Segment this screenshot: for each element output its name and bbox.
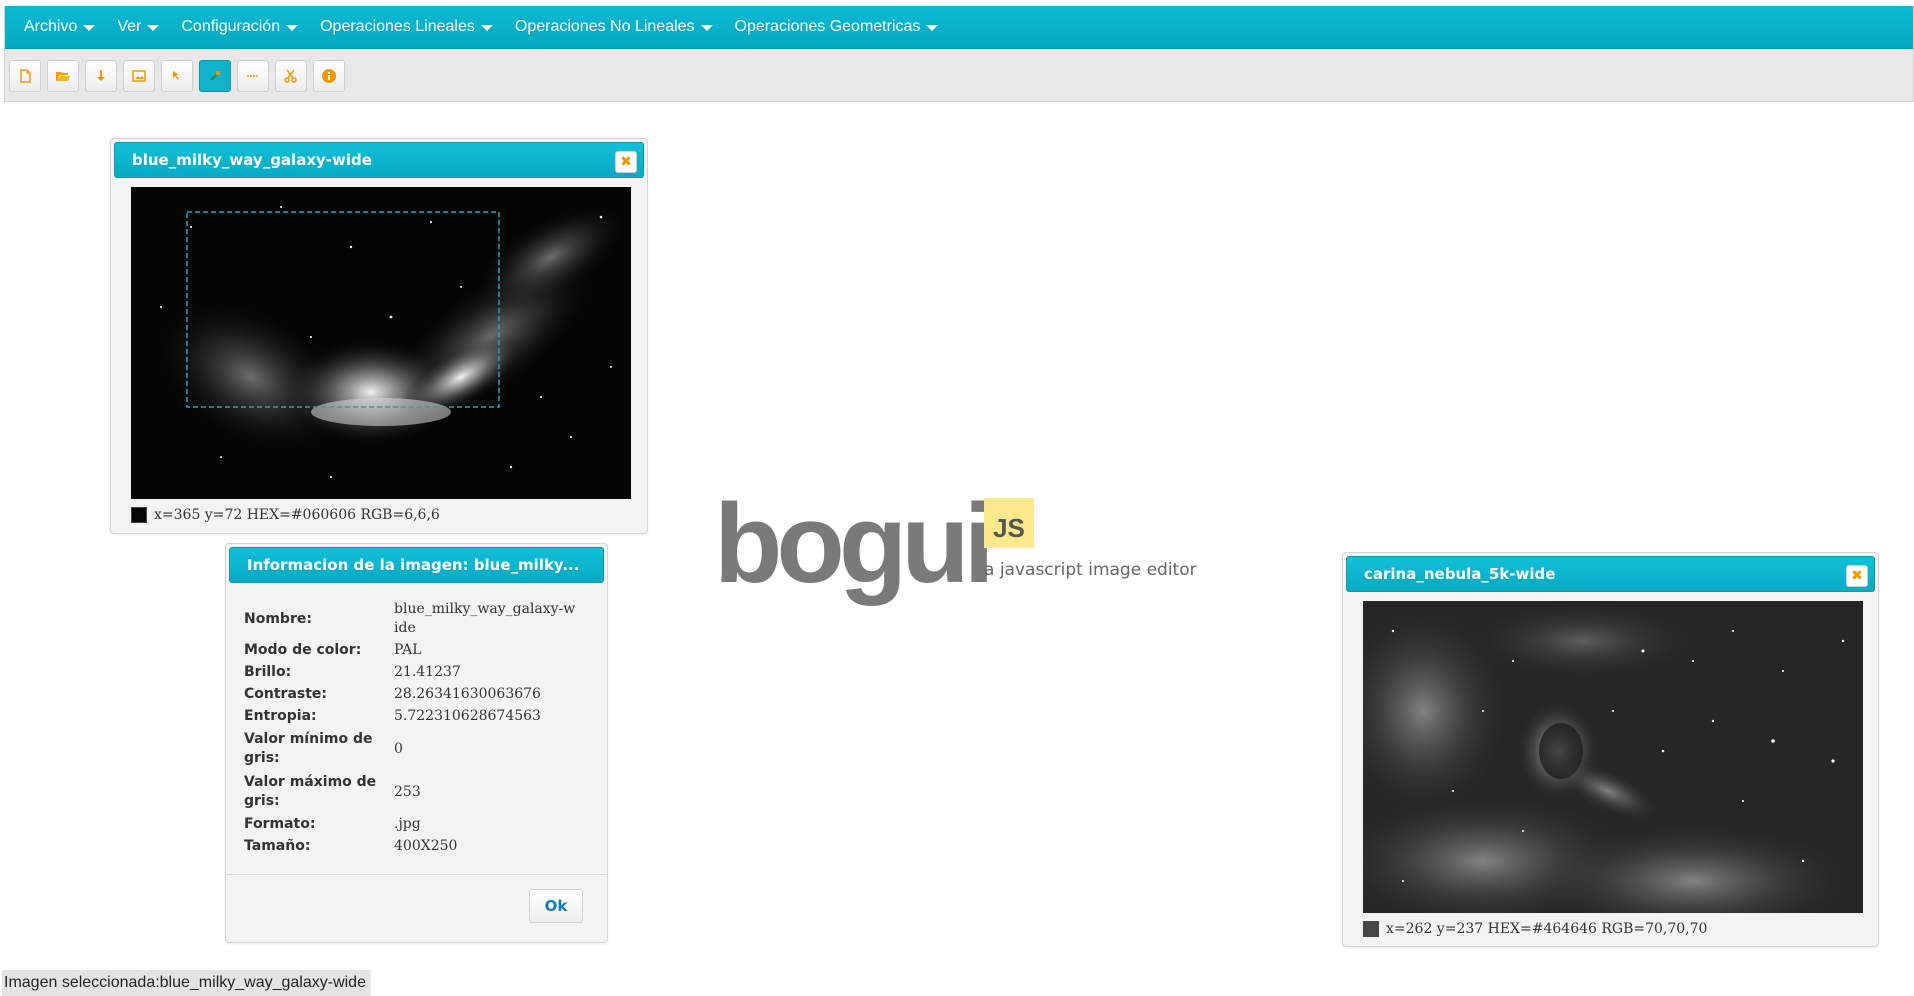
image-canvas-nebula[interactable] bbox=[1363, 601, 1863, 913]
caret-down-icon bbox=[480, 25, 493, 31]
image-window-galaxy[interactable]: blue_milky_way_galaxy-wide ✖ x=365 y=72 … bbox=[110, 138, 648, 534]
info-row-tamano: Tamaño: 400X250 bbox=[244, 837, 589, 856]
logo-wordmark: bogui bbox=[714, 481, 995, 606]
status-bar: Imagen seleccionada:blue_milky_way_galax… bbox=[2, 970, 371, 996]
dialog-footer: Ok bbox=[226, 874, 607, 942]
image-canvas-galaxy[interactable] bbox=[131, 187, 631, 499]
info-label: Entropia: bbox=[244, 708, 317, 724]
dialog-title-bar[interactable]: Informacion de la imagen: blue_milky... bbox=[229, 547, 604, 583]
info-row-nombre: Nombre: blue_milky_way_galaxy-wide bbox=[244, 600, 589, 638]
menu-operaciones-lineales-label: Operaciones Lineales bbox=[320, 18, 475, 35]
pixel-info-text: x=365 y=72 HEX=#060606 RGB=6,6,6 bbox=[154, 507, 440, 523]
cursor-arrow-icon bbox=[173, 71, 179, 80]
info-row-valor-minimo: Valor mínimo de gris: 0 bbox=[244, 729, 589, 769]
new-file-icon bbox=[20, 69, 31, 83]
menu-archivo[interactable]: Archivo bbox=[13, 6, 106, 49]
info-label: Valor máximo de gris: bbox=[244, 774, 377, 809]
close-button[interactable]: ✖ bbox=[1846, 565, 1868, 587]
info-icon bbox=[322, 69, 336, 83]
line-profile-icon bbox=[247, 75, 259, 77]
info-value: blue_milky_way_galaxy-wide bbox=[394, 601, 576, 636]
nebula-image bbox=[1363, 601, 1863, 913]
open-folder-icon bbox=[56, 72, 70, 81]
menu-operaciones-lineales[interactable]: Operaciones Lineales bbox=[309, 6, 504, 49]
scissors-icon bbox=[284, 69, 297, 83]
info-value: 28.26341630063676 bbox=[394, 686, 541, 702]
pointer-tool-button[interactable] bbox=[161, 60, 193, 92]
close-button[interactable]: ✖ bbox=[615, 151, 637, 173]
galaxy-image bbox=[131, 187, 631, 499]
menu-configuracion-label: Configuración bbox=[181, 18, 281, 35]
info-value: 21.41237 bbox=[394, 664, 461, 680]
top-bar: Archivo Ver Configuración Operaciones Li… bbox=[4, 6, 1914, 102]
menu-ver-label: Ver bbox=[117, 18, 142, 35]
download-icon bbox=[97, 70, 105, 81]
pixel-info-text: x=262 y=237 HEX=#464646 RGB=70,70,70 bbox=[1386, 921, 1708, 937]
info-row-valor-maximo: Valor máximo de gris: 253 bbox=[244, 772, 589, 812]
download-button[interactable] bbox=[85, 60, 117, 92]
bogui-logo: bogui JS a javascript image editor bbox=[714, 488, 1234, 608]
info-value: 5.722310628674563 bbox=[394, 708, 541, 724]
close-icon: ✖ bbox=[620, 154, 632, 170]
pixel-info-galaxy: x=365 y=72 HEX=#060606 RGB=6,6,6 bbox=[131, 507, 440, 523]
color-swatch bbox=[1363, 921, 1379, 937]
menu-operaciones-geometricas[interactable]: Operaciones Geometricas bbox=[724, 6, 950, 49]
logo-tagline: a javascript image editor bbox=[984, 560, 1197, 580]
info-row-formato: Formato: .jpg bbox=[244, 815, 589, 834]
caret-down-icon bbox=[286, 25, 299, 31]
pixel-info-nebula: x=262 y=237 HEX=#464646 RGB=70,70,70 bbox=[1363, 921, 1707, 937]
info-row-contraste: Contraste: 28.26341630063676 bbox=[244, 685, 589, 704]
info-value: 0 bbox=[394, 740, 403, 757]
logo-js-badge: JS bbox=[984, 498, 1034, 548]
window-title-bar[interactable]: blue_milky_way_galaxy-wide ✖ bbox=[114, 142, 644, 178]
dialog-title: Informacion de la imagen: blue_milky... bbox=[247, 556, 580, 574]
info-row-modo-color: Modo de color: PAL bbox=[244, 641, 589, 660]
image-button[interactable] bbox=[123, 60, 155, 92]
info-label: Tamaño: bbox=[244, 838, 311, 854]
info-value: 253 bbox=[394, 783, 421, 800]
image-window-nebula[interactable]: carina_nebula_5k-wide ✖ x=262 y=237 HEX=… bbox=[1342, 552, 1879, 947]
menu-ver[interactable]: Ver bbox=[106, 6, 170, 49]
image-info-dialog[interactable]: Informacion de la imagen: blue_milky... … bbox=[225, 543, 608, 943]
info-label: Contraste: bbox=[244, 686, 328, 702]
color-swatch bbox=[131, 507, 147, 523]
menu-archivo-label: Archivo bbox=[24, 18, 78, 35]
open-file-button[interactable] bbox=[47, 60, 79, 92]
caret-down-icon bbox=[926, 25, 939, 31]
ok-button[interactable]: Ok bbox=[529, 889, 583, 923]
region-select-button[interactable] bbox=[199, 60, 231, 92]
info-button[interactable] bbox=[313, 60, 345, 92]
info-value: .jpg bbox=[394, 816, 421, 832]
info-value: 400X250 bbox=[394, 838, 458, 854]
menu-operaciones-no-lineales-label: Operaciones No Lineales bbox=[514, 18, 695, 35]
region-select-icon bbox=[210, 71, 220, 81]
window-title-bar[interactable]: carina_nebula_5k-wide ✖ bbox=[1346, 556, 1875, 592]
info-label: Formato: bbox=[244, 816, 316, 832]
toolbar bbox=[9, 60, 345, 94]
window-title: carina_nebula_5k-wide bbox=[1364, 565, 1556, 583]
info-label: Modo de color: bbox=[244, 642, 362, 658]
info-row-brillo: Brillo: 21.41237 bbox=[244, 663, 589, 682]
line-profile-button[interactable] bbox=[237, 60, 269, 92]
caret-down-icon bbox=[83, 25, 96, 31]
window-title: blue_milky_way_galaxy-wide bbox=[132, 151, 372, 169]
caret-down-icon bbox=[147, 25, 160, 31]
info-table: Nombre: blue_milky_way_galaxy-wide Modo … bbox=[226, 588, 607, 876]
info-label: Brillo: bbox=[244, 664, 292, 680]
menu-bar: Archivo Ver Configuración Operaciones Li… bbox=[5, 6, 1913, 49]
info-value: PAL bbox=[394, 642, 422, 658]
new-file-button[interactable] bbox=[9, 60, 41, 92]
image-icon bbox=[132, 70, 146, 82]
menu-operaciones-no-lineales[interactable]: Operaciones No Lineales bbox=[504, 6, 724, 49]
menu-configuracion[interactable]: Configuración bbox=[170, 6, 309, 49]
info-label: Nombre: bbox=[244, 610, 312, 627]
menu-operaciones-geometricas-label: Operaciones Geometricas bbox=[734, 18, 921, 35]
info-row-entropia: Entropia: 5.722310628674563 bbox=[244, 707, 589, 726]
close-icon: ✖ bbox=[1851, 568, 1863, 584]
crop-button[interactable] bbox=[275, 60, 307, 92]
status-text: Imagen seleccionada:blue_milky_way_galax… bbox=[4, 974, 366, 991]
caret-down-icon bbox=[700, 25, 713, 31]
info-label: Valor mínimo de gris: bbox=[244, 731, 373, 766]
